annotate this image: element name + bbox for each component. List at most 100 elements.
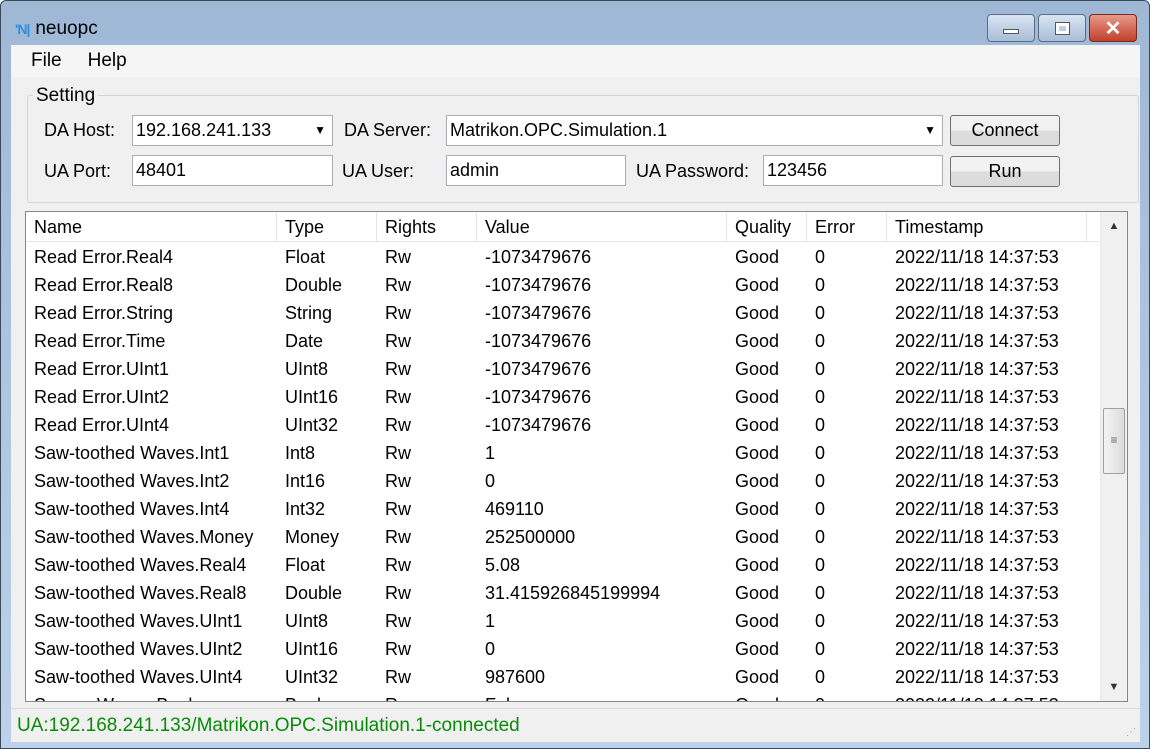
- close-button[interactable]: ✕: [1089, 14, 1137, 42]
- table-row[interactable]: Saw-toothed Waves.Real8 Double Rw 31.415926…: [26, 579, 1100, 607]
- cell-error: 0: [815, 247, 826, 267]
- table-row[interactable]: Read Error.UInt2 UInt16 Rw -1073479676 Good 0…: [26, 383, 1100, 411]
- scroll-down-icon[interactable]: ▼: [1101, 673, 1127, 701]
- cell-timestamp: 2022/11/18 14:37:53: [895, 443, 1059, 463]
- table-row[interactable]: Read Error.String String Rw -1073479676 Good…: [26, 299, 1100, 327]
- table-row[interactable]: Saw-toothed Waves.Int1 Int8 Rw 1 Good 0 2022/1…: [26, 439, 1100, 467]
- cell-error: 0: [815, 499, 826, 519]
- menu-help[interactable]: Help: [88, 50, 127, 72]
- cell-value: 252500000: [485, 527, 576, 547]
- column-name[interactable]: Name: [26, 212, 277, 241]
- cell-type: Double: [285, 275, 343, 295]
- cell-timestamp: 2022/11/18 14:37:53: [895, 639, 1059, 659]
- column-type[interactable]: Type: [277, 212, 377, 241]
- table-row[interactable]: Square Waves.BooleanBooleanRwFalseGood02…: [26, 691, 1100, 701]
- ua-password-input[interactable]: 123456: [763, 155, 943, 186]
- cell-type: Boolean: [277, 691, 377, 701]
- table-row[interactable]: Read Error.Real8 Double Rw -1073479676 Good 0…: [26, 271, 1100, 299]
- cell-quality: Good: [735, 387, 780, 407]
- cell-type: String: [285, 303, 333, 323]
- cell-name: Read Error.Time: [34, 331, 166, 351]
- cell-value: -1073479676: [485, 303, 592, 323]
- cell-rights: Rw: [385, 527, 411, 547]
- table-row[interactable]: Saw-toothed Waves.Int4 Int32 Rw 469110 Good 0…: [26, 495, 1100, 523]
- ua-user-input[interactable]: admin: [446, 155, 626, 186]
- cell-value: 0: [485, 639, 496, 659]
- ua-user-label: UA User:: [342, 161, 415, 181]
- chevron-down-icon: ▼: [314, 123, 326, 137]
- status-bar: UA:192.168.241.133/Matrikon.OPC.Simulati…: [11, 708, 1140, 742]
- chevron-down-icon: ▼: [924, 123, 936, 137]
- cell-name: Read Error.UInt4: [34, 415, 170, 435]
- cell-rights: Rw: [385, 387, 411, 407]
- column-rights[interactable]: Rights: [377, 212, 477, 241]
- column-error[interactable]: Error: [807, 212, 887, 241]
- table-row[interactable]: Saw-toothed Waves.Money Money Rw 252500000 G…: [26, 523, 1100, 551]
- column-quality[interactable]: Quality: [727, 212, 807, 241]
- cell-value: 987600: [485, 667, 546, 687]
- cell-error: 0: [815, 415, 826, 435]
- da-server-combo[interactable]: Matrikon.OPC.Simulation.1 ▼: [446, 115, 943, 146]
- cell-value: -1073479676: [485, 359, 592, 379]
- table-row[interactable]: Saw-toothed Waves.UInt1 UInt8 Rw 1 Good 0 2022…: [26, 607, 1100, 635]
- cell-value: 31.415926845199994: [485, 583, 661, 603]
- cell-rights: Rw: [385, 639, 411, 659]
- table-row[interactable]: Saw-toothed Waves.Real4 Float Rw 5.08 Good 0 2…: [26, 551, 1100, 579]
- cell-name: Saw-toothed Waves.UInt4: [34, 667, 243, 687]
- cell-quality: Good: [735, 527, 780, 547]
- table-row[interactable]: Read Error.Time Date Rw -1073479676 Good 0 202…: [26, 327, 1100, 355]
- resize-grip-icon[interactable]: ⋰: [1126, 727, 1136, 738]
- run-button[interactable]: Run: [950, 156, 1060, 187]
- vertical-scrollbar[interactable]: ▲ ≡ ▼: [1100, 212, 1127, 701]
- cell-name: Square Waves.Boolean: [26, 691, 277, 701]
- column-value[interactable]: Value: [477, 212, 727, 241]
- table-header: Name Type Rights Value Quality Error Tim…: [26, 212, 1112, 242]
- table-row[interactable]: Saw-toothed Waves.UInt2 UInt16 Rw 0 Good 0 202…: [26, 635, 1100, 663]
- cell-timestamp: 2022/11/18 14:37:53: [895, 471, 1059, 491]
- cell-type: UInt32: [285, 415, 339, 435]
- cell-type: Float: [285, 555, 326, 575]
- ua-port-label: UA Port:: [44, 161, 112, 181]
- da-server-label: DA Server:: [344, 120, 432, 140]
- cell-error: 0: [815, 471, 826, 491]
- cell-value: -1073479676: [485, 247, 592, 267]
- cell-name: Saw-toothed Waves.Real8: [34, 583, 247, 603]
- cell-name: Read Error.Real4: [34, 247, 174, 267]
- maximize-button[interactable]: [1038, 14, 1086, 42]
- table-row[interactable]: Saw-toothed Waves.UInt4 UInt32 Rw 987600 Goo…: [26, 663, 1100, 691]
- table-row[interactable]: Saw-toothed Waves.Int2 Int16 Rw 0 Good 0 2022/…: [26, 467, 1100, 495]
- cell-quality: Good: [735, 247, 780, 267]
- ua-port-input[interactable]: 48401: [132, 155, 333, 186]
- menu-bar: File Help: [11, 45, 1140, 77]
- table-row[interactable]: Read Error.UInt4 UInt32 Rw -1073479676 Good 0…: [26, 411, 1100, 439]
- cell-type: Money: [285, 527, 340, 547]
- cell-rights: Rw: [385, 555, 411, 575]
- menu-file[interactable]: File: [31, 50, 62, 72]
- maximize-icon: [1054, 21, 1070, 35]
- cell-rights: Rw: [377, 691, 477, 701]
- scroll-up-icon[interactable]: ▲: [1101, 212, 1127, 240]
- cell-timestamp: 2022/11/18 14:37:53: [895, 583, 1059, 603]
- cell-value: 1: [485, 443, 496, 463]
- cell-quality: Good: [735, 415, 780, 435]
- da-host-combo[interactable]: 192.168.241.133 ▼: [132, 115, 333, 146]
- column-timestamp[interactable]: Timestamp: [887, 212, 1087, 241]
- cell-rights: Rw: [385, 583, 411, 603]
- scrollbar-thumb[interactable]: ≡: [1103, 408, 1125, 474]
- cell-timestamp: 2022/11/18 14:37:53: [895, 527, 1059, 547]
- cell-value: -1073479676: [485, 331, 592, 351]
- table-row[interactable]: Read Error.Real4 Float Rw -1073479676 Good 0 2…: [26, 243, 1100, 271]
- cell-name: Read Error.Real8: [34, 275, 174, 295]
- cell-error: 0: [815, 555, 826, 575]
- cell-type: Int16: [285, 471, 326, 491]
- cell-rights: Rw: [385, 303, 411, 323]
- window-title: neuopc: [35, 18, 98, 39]
- close-icon: ✕: [1104, 17, 1122, 40]
- table-row[interactable]: Read Error.UInt1 UInt8 Rw -1073479676 Good 0 2…: [26, 355, 1100, 383]
- cell-error: 0: [815, 443, 826, 463]
- minimize-button[interactable]: [987, 14, 1035, 42]
- connect-button[interactable]: Connect: [950, 115, 1060, 146]
- cell-quality: Good: [735, 499, 780, 519]
- setting-group-label: Setting: [33, 85, 99, 107]
- cell-error: 0: [815, 275, 826, 295]
